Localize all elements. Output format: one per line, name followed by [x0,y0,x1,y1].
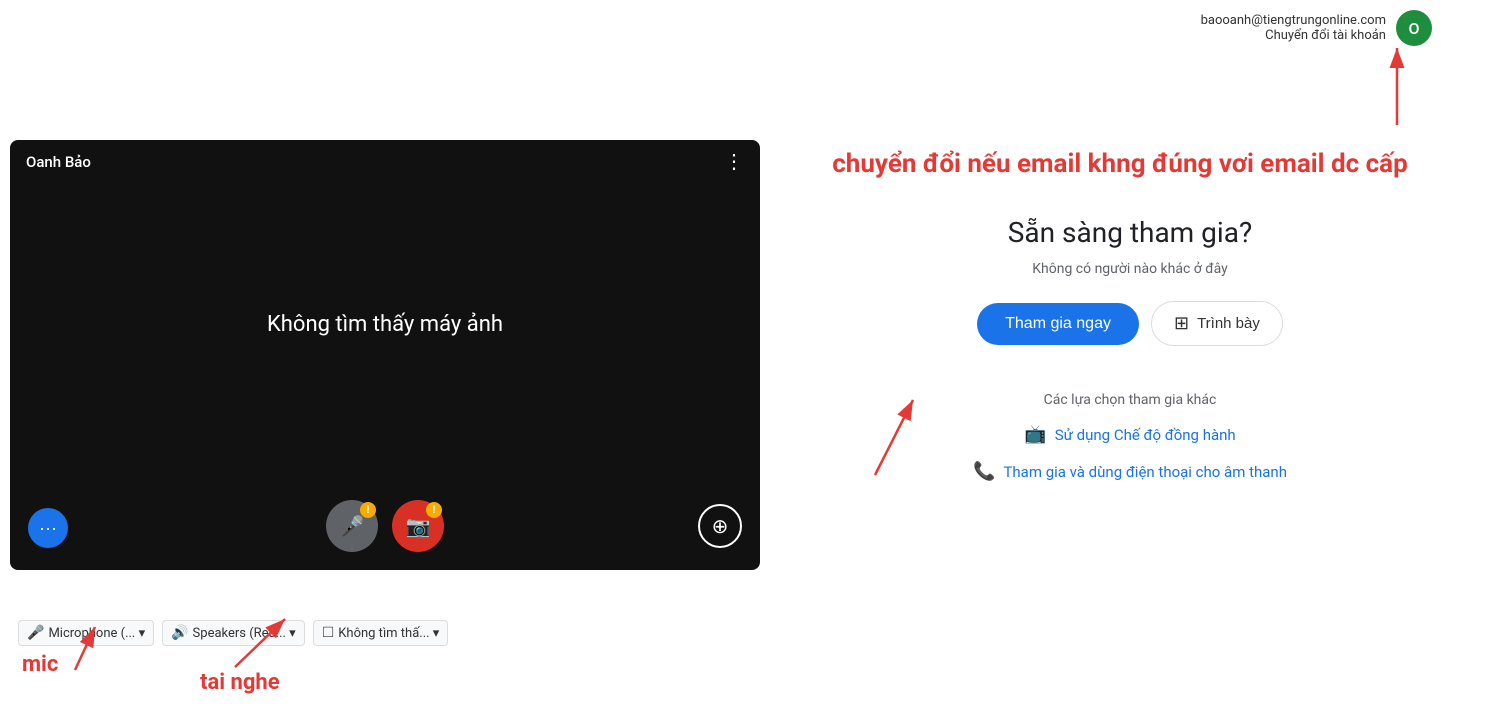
present-icon: ⊞ [1174,313,1189,334]
avatar[interactable]: O [1396,10,1432,46]
ready-title: Sẵn sàng tham gia? [1008,216,1252,249]
video-top-bar: Oanh Bảo ⋮ [10,140,760,184]
more-options-button[interactable]: ··· [28,508,68,548]
cast-icon: ⊕ [712,514,729,539]
video-more-options-button[interactable]: ⋮ [724,152,744,172]
phone-audio-link[interactable]: 📞 Tham gia và dùng điện thoại cho âm tha… [973,461,1287,482]
microphone-label: Microphone (... ▾ [48,626,145,641]
mic-warning-badge: ! [360,502,376,518]
join-now-button[interactable]: Tham gia ngay [977,303,1139,345]
camera-label: Không tìm thấ... ▾ [338,626,439,641]
email-display: baooanh@tiengtrungonline.com [1201,13,1386,28]
mic-annotation-label: mic [22,652,58,677]
companion-icon: 📺 [1024,424,1046,445]
speaker-selector[interactable]: 🔊 Speakers (Rea... ▾ [162,620,305,646]
camera-warning-badge: ! [426,502,442,518]
device-bar: 🎤 Microphone (... ▾ 🔊 Speakers (Rea... ▾… [10,614,760,652]
camera-device-icon: ☐ [322,625,335,641]
mic-device-icon: 🎤 [27,625,44,641]
microphone-selector[interactable]: 🎤 Microphone (... ▾ [18,620,154,646]
no-camera-area: Không tìm thấy máy ảnh [10,184,760,464]
no-camera-text: Không tìm thấy máy ảnh [267,312,503,337]
more-dots-icon: ··· [39,518,57,539]
header: baooanh@tiengtrungonline.com Chuyển đổi … [1201,10,1432,46]
phone-audio-label: Tham gia và dùng điện thoại cho âm thanh [1003,463,1287,481]
speaker-label: Speakers (Rea... ▾ [193,626,296,641]
cast-button[interactable]: ⊕ [698,504,742,548]
video-panel: Oanh Bảo ⋮ Không tìm thấy máy ảnh 🎤 ! 📷 … [10,140,760,570]
join-row: Tham gia ngay ⊞ Trình bày [977,301,1283,346]
right-panel: Sẵn sàng tham gia? Không có người nào kh… [800,140,1460,482]
camera-off-icon: 📷 [406,514,431,539]
participant-name: Oanh Bảo [26,153,91,171]
camera-selector[interactable]: ☐ Không tìm thấ... ▾ [313,620,449,646]
present-label: Trình bày [1197,315,1260,332]
account-info: baooanh@tiengtrungonline.com Chuyển đổi … [1201,13,1386,43]
microphone-icon: 🎤 [340,514,365,539]
companion-mode-link[interactable]: 📺 Sử dụng Chế độ đồng hành [1024,424,1235,445]
microphone-button[interactable]: 🎤 ! [326,500,378,552]
present-button[interactable]: ⊞ Trình bày [1151,301,1283,346]
companion-label: Sử dụng Chế độ đồng hành [1055,426,1236,444]
speaker-device-icon: 🔊 [171,625,188,641]
other-options-text: Các lựa chọn tham gia khác [1044,392,1217,408]
switch-account-link[interactable]: Chuyển đổi tài khoản [1201,28,1386,43]
video-controls: 🎤 ! 📷 ! [10,500,760,552]
phone-icon: 📞 [973,461,995,482]
speaker-annotation-label: tai nghe [200,670,280,695]
camera-button[interactable]: 📷 ! [392,500,444,552]
arrow-to-avatar [1367,40,1427,130]
no-one-text: Không có người nào khác ở đây [1032,261,1227,277]
